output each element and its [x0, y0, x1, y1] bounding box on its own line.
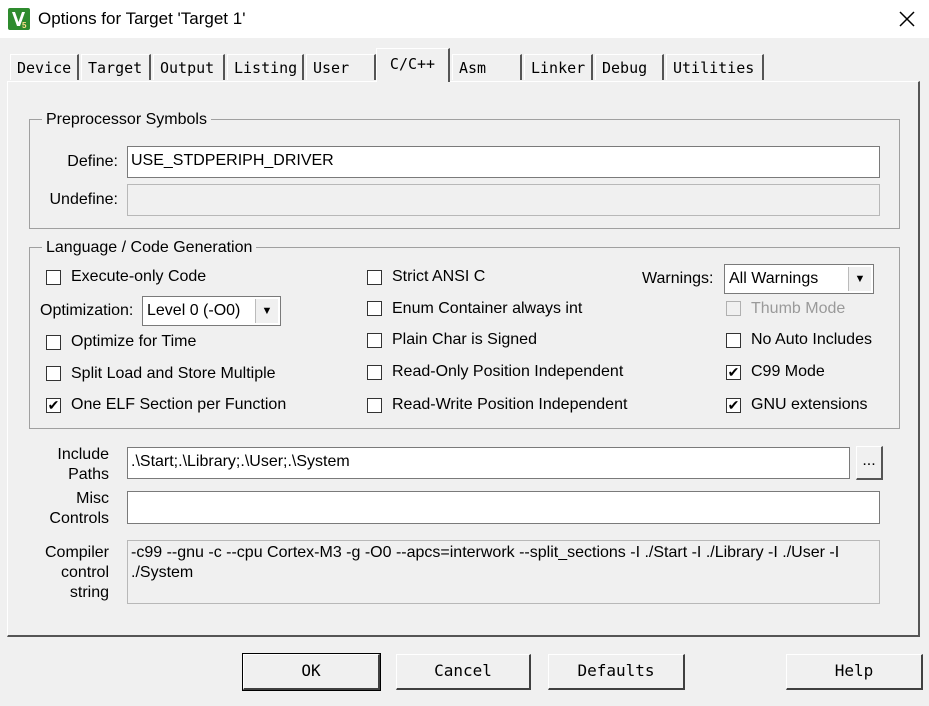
strict-ansi-label: Strict ANSI C [392, 268, 486, 285]
no-auto-includes-label: No Auto Includes [751, 331, 872, 348]
tab-target[interactable]: Target [81, 54, 151, 80]
misc-controls-label-line1: Misc [76, 490, 109, 507]
compiler-string-label-line1: Compiler [44, 544, 109, 561]
define-label: Define: [67, 153, 118, 170]
preprocessor-group-label: Preprocessor Symbols [42, 111, 211, 129]
cancel-button[interactable]: Cancel [396, 654, 531, 690]
tab-device[interactable]: Device [10, 54, 79, 80]
gnu-extensions-label: GNU extensions [751, 396, 868, 413]
defaults-button[interactable]: Defaults [548, 654, 685, 690]
one-elf-label: One ELF Section per Function [71, 396, 287, 413]
checkmark-icon: ✔ [47, 397, 60, 413]
ro-pi-label: Read-Only Position Independent [392, 363, 624, 380]
define-input[interactable]: USE_STDPERIPH_DRIVER [127, 146, 880, 178]
include-paths-label: Include Paths [28, 445, 109, 485]
gnu-extensions-checkbox[interactable]: ✔ [726, 398, 741, 413]
include-paths-label-line2: Paths [68, 466, 109, 483]
split-load-label: Split Load and Store Multiple [71, 365, 276, 382]
tab-user[interactable]: User [306, 54, 376, 80]
plain-char-label: Plain Char is Signed [392, 331, 537, 348]
checkmark-icon: ✔ [727, 397, 740, 413]
title-bar: 5 Options for Target 'Target 1' [0, 0, 929, 38]
include-paths-input[interactable]: .\Start;.\Library;.\User;.\System [127, 447, 850, 479]
c99-mode-label: C99 Mode [751, 363, 825, 380]
compiler-string-label: Compiler control string [28, 543, 109, 603]
tab-asm[interactable]: Asm [452, 54, 522, 80]
tab-linker[interactable]: Linker [524, 54, 593, 80]
optimization-label: Optimization: [40, 302, 134, 319]
execute-only-label: Execute-only Code [71, 268, 207, 285]
tab-utilities[interactable]: Utilities [666, 54, 764, 80]
optimize-time-checkbox[interactable] [46, 335, 61, 350]
misc-controls-label: Misc Controls [28, 489, 109, 529]
strict-ansi-checkbox[interactable] [367, 270, 382, 285]
execute-only-checkbox[interactable] [46, 270, 61, 285]
include-paths-label-line1: Include [57, 446, 109, 463]
compiler-control-string[interactable]: -c99 --gnu -c --cpu Cortex-M3 -g -O0 --a… [127, 540, 880, 604]
warnings-label: Warnings: [642, 270, 714, 287]
c99-mode-checkbox[interactable]: ✔ [726, 365, 741, 380]
tab-debug[interactable]: Debug [595, 54, 664, 80]
close-icon [899, 11, 915, 27]
enum-container-label: Enum Container always int [392, 300, 583, 317]
enum-container-checkbox[interactable] [367, 301, 382, 316]
undefine-label: Undefine: [49, 191, 119, 208]
include-paths-browse-button[interactable]: ... [856, 446, 883, 480]
warnings-select[interactable]: All Warnings ▼ [724, 264, 874, 294]
optimize-time-label: Optimize for Time [71, 333, 197, 350]
chevron-down-icon: ▼ [255, 299, 278, 323]
window-title: Options for Target 'Target 1' [38, 9, 246, 28]
help-button[interactable]: Help [786, 654, 923, 690]
thumb-mode-checkbox[interactable] [726, 301, 741, 316]
tab-panel-c-cpp: Preprocessor Symbols Define: USE_STDPERI… [7, 81, 920, 637]
close-button[interactable] [888, 2, 926, 36]
rw-pi-label: Read-Write Position Independent [392, 396, 628, 413]
split-load-checkbox[interactable] [46, 366, 61, 381]
chevron-down-icon: ▼ [848, 267, 871, 291]
ok-button[interactable]: OK [242, 653, 381, 691]
tab-output[interactable]: Output [153, 54, 225, 80]
rw-pi-checkbox[interactable] [367, 398, 382, 413]
codegen-group-label: Language / Code Generation [42, 239, 257, 257]
misc-controls-label-line2: Controls [49, 510, 109, 527]
warnings-value: All Warnings [729, 270, 819, 287]
thumb-mode-label: Thumb Mode [751, 300, 846, 317]
misc-controls-input[interactable] [127, 491, 880, 524]
tab-c-cpp[interactable]: C/C++ [376, 48, 450, 82]
keil-app-icon: 5 [8, 8, 30, 30]
ro-pi-checkbox[interactable] [367, 365, 382, 380]
compiler-string-label-line3: string [69, 584, 109, 601]
compiler-string-label-line2: control [60, 564, 109, 581]
optimization-value: Level 0 (-O0) [147, 302, 241, 319]
plain-char-checkbox[interactable] [367, 333, 382, 348]
checkmark-icon: ✔ [727, 364, 740, 380]
no-auto-includes-checkbox[interactable] [726, 333, 741, 348]
svg-text:5: 5 [22, 21, 27, 30]
undefine-input[interactable] [127, 184, 880, 216]
tab-listing[interactable]: Listing [227, 54, 304, 80]
one-elf-checkbox[interactable]: ✔ [46, 398, 61, 413]
optimization-select[interactable]: Level 0 (-O0) ▼ [142, 296, 281, 326]
